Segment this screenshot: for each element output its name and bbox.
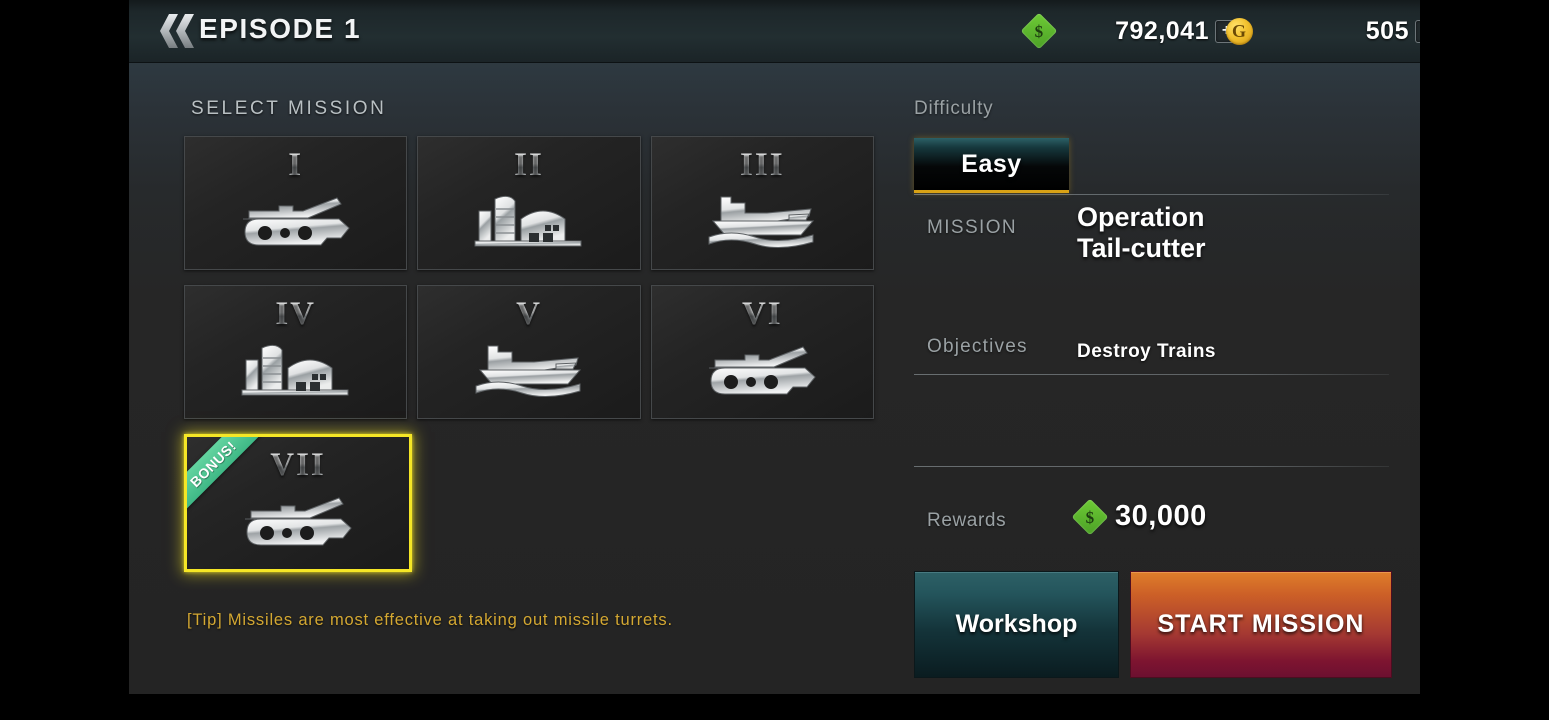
difficulty-label: Difficulty <box>914 98 994 119</box>
difficulty-tab-easy[interactable]: Easy <box>914 138 1069 193</box>
mission-numeral: I <box>185 147 406 184</box>
back-button[interactable] <box>140 8 202 54</box>
workshop-button[interactable]: Workshop <box>914 571 1119 678</box>
ship-icon <box>418 338 639 400</box>
mission-tile-row: IV V VI <box>184 285 884 434</box>
mission-tile-row: I II III <box>184 136 884 285</box>
mission-numeral: VII <box>187 447 409 484</box>
cash-currency-group[interactable]: $ 792,041 + <box>1019 0 1238 62</box>
start-mission-button-label: START MISSION <box>1157 610 1365 638</box>
mission-name: Operation Tail-cutter <box>1077 202 1206 264</box>
double-chevron-left-icon <box>160 14 194 48</box>
tip-text: [Tip] Missiles are most effective at tak… <box>187 611 673 629</box>
mission-numeral: V <box>418 296 639 333</box>
difficulty-tab-label: Easy <box>961 149 1022 178</box>
gold-icon-glyph: G <box>1231 21 1246 41</box>
cash-icon-wrap: $ <box>1019 12 1059 50</box>
mission-tile-4[interactable]: IV <box>184 285 408 419</box>
mission-numeral: VI <box>652 296 873 333</box>
mission-tile-row: BONUS! VII <box>184 434 884 587</box>
mission-info-panel: Difficulty Easy MISSION Operation Tail-c… <box>914 86 1392 686</box>
ship-icon <box>652 189 873 251</box>
mission-tile-3[interactable]: III <box>650 136 874 270</box>
mission-label: MISSION <box>927 217 1018 238</box>
mission-tile-7[interactable]: BONUS! VII <box>184 434 412 572</box>
objectives-value: Destroy Trains <box>1077 341 1216 362</box>
difficulty-tab-list: Easy <box>914 138 1069 193</box>
mission-tile-grid: I II III IV V VI VII <box>184 136 884 587</box>
screen-root: EPISODE 1 $ 792,041 + G 505 + <box>0 0 1549 720</box>
gold-amount: 505 <box>1365 16 1409 45</box>
green-diamond-dollar-icon: $ <box>1071 498 1109 535</box>
mission-numeral: II <box>418 147 639 184</box>
mission-tile-6[interactable]: VI <box>650 285 874 419</box>
divider <box>914 374 1389 375</box>
header-bar: EPISODE 1 $ 792,041 + G 505 + <box>129 0 1420 63</box>
tank-icon <box>652 338 873 400</box>
gold-icon-wrap: G <box>1219 17 1259 45</box>
divider <box>914 194 1389 195</box>
green-diamond-dollar-icon: $ <box>1020 12 1058 50</box>
tank-icon <box>187 489 409 551</box>
add-gold-button[interactable]: + <box>1415 19 1420 43</box>
mission-numeral: IV <box>185 296 406 333</box>
start-mission-button[interactable]: START MISSION <box>1130 571 1392 678</box>
mission-numeral: III <box>652 147 873 184</box>
gold-currency-group[interactable]: G 505 + <box>1219 0 1420 62</box>
mission-tile-2[interactable]: II <box>417 136 641 270</box>
game-viewport: EPISODE 1 $ 792,041 + G 505 + <box>129 0 1420 694</box>
objectives-label: Objectives <box>927 336 1028 357</box>
tank-icon <box>185 189 406 251</box>
rewards-row: $ 30,000 <box>1071 498 1207 535</box>
mission-name-line2: Tail-cutter <box>1077 233 1206 263</box>
rewards-icon-glyph: $ <box>1085 507 1095 526</box>
factory-icon <box>418 189 639 251</box>
select-mission-heading: SELECT MISSION <box>191 98 387 119</box>
cash-icon-glyph: $ <box>1034 21 1044 41</box>
mission-tile-5[interactable]: V <box>417 285 641 419</box>
factory-icon <box>185 338 406 400</box>
rewards-amount: 30,000 <box>1115 500 1207 532</box>
divider <box>914 466 1389 467</box>
rewards-label: Rewards <box>927 510 1007 531</box>
gold-coin-icon: G <box>1225 17 1253 45</box>
mission-tile-1[interactable]: I <box>184 136 408 270</box>
page-title: EPISODE 1 <box>199 13 362 44</box>
action-button-row: Workshop START MISSION <box>914 571 1392 678</box>
workshop-button-label: Workshop <box>955 610 1078 638</box>
cash-amount: 792,041 <box>1115 16 1209 45</box>
mission-name-line1: Operation <box>1077 202 1205 232</box>
